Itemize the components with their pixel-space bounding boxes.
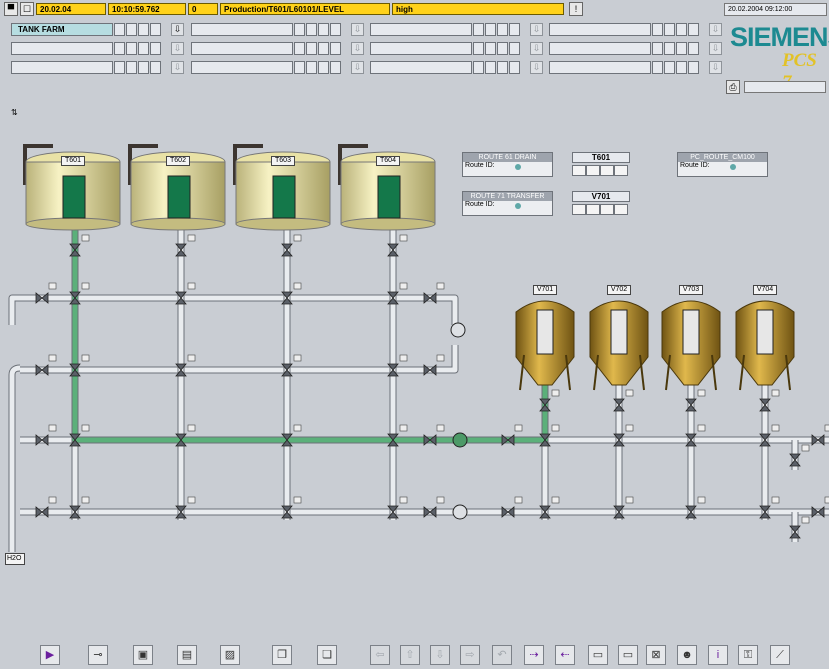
undo-icon[interactable]: ↶ — [492, 645, 512, 665]
right-icon[interactable]: ⇨ — [460, 645, 480, 665]
chart-icon[interactable]: ▨ — [220, 645, 240, 665]
mixer-icon[interactable]: ⊠ — [646, 645, 666, 665]
down-icon[interactable]: ⇩ — [430, 645, 450, 665]
water-inlet-label: H2O — [5, 553, 25, 565]
print-icon[interactable]: ▤ — [177, 645, 197, 665]
vessel-v701[interactable] — [515, 300, 575, 391]
left-icon[interactable]: ⇦ — [370, 645, 390, 665]
vessel-level-window — [756, 309, 774, 355]
tank-bottom — [130, 217, 226, 231]
inlet-pipe — [9, 295, 20, 325]
tank-group — [23, 144, 436, 231]
copy-icon[interactable]: ❐ — [272, 645, 292, 665]
tank-bottom — [25, 217, 121, 231]
window2-icon[interactable]: ▭ — [618, 645, 638, 665]
vessel-label: V704 — [753, 285, 777, 295]
tank-label: T604 — [376, 156, 400, 166]
water-pipe — [9, 365, 21, 552]
process-diagram — [8, 144, 829, 552]
play-icon[interactable]: ▶ — [40, 645, 60, 665]
pipe-network — [8, 225, 829, 552]
info-icon[interactable]: i — [708, 645, 728, 665]
pump-1[interactable] — [450, 322, 466, 338]
tank-level-bar — [62, 175, 86, 219]
tank-level-bar — [377, 175, 401, 219]
active-route — [72, 225, 548, 443]
active-route-outline — [71, 225, 549, 444]
vessel-label: V703 — [679, 285, 703, 295]
folder-icon[interactable]: ▣ — [133, 645, 153, 665]
pump-2[interactable] — [452, 432, 468, 448]
vessel-label: V702 — [607, 285, 631, 295]
pump-3[interactable] — [452, 504, 468, 520]
valve-group — [35, 234, 829, 539]
back-icon[interactable]: ⇠ — [555, 645, 575, 665]
tank-label: T603 — [271, 156, 295, 166]
paste-icon[interactable]: ❏ — [317, 645, 337, 665]
tank-label: T601 — [61, 156, 85, 166]
valve-icon[interactable]: ⊸ — [88, 645, 108, 665]
tank-level-bar — [167, 175, 191, 219]
tank-bottom — [235, 217, 331, 231]
forward-icon[interactable]: ⇢ — [524, 645, 544, 665]
vessel-level-window — [610, 309, 628, 355]
vessel-level-window — [682, 309, 700, 355]
up-icon[interactable]: ⇧ — [400, 645, 420, 665]
vessel-level-window — [536, 309, 554, 355]
vessel-v704[interactable] — [735, 300, 795, 391]
user-icon[interactable]: ☻ — [677, 645, 697, 665]
trend-icon[interactable]: ⟋ — [770, 645, 790, 665]
tank-bottom — [340, 217, 436, 231]
tank-level-bar — [272, 175, 296, 219]
vessel-v702[interactable] — [589, 300, 649, 391]
vessel-group — [515, 300, 795, 391]
key-icon[interactable]: ⚿ — [738, 645, 758, 665]
tank-label: T602 — [166, 156, 190, 166]
window-icon[interactable]: ▭ — [588, 645, 608, 665]
vessel-label: V701 — [533, 285, 557, 295]
vessel-v703[interactable] — [661, 300, 721, 391]
